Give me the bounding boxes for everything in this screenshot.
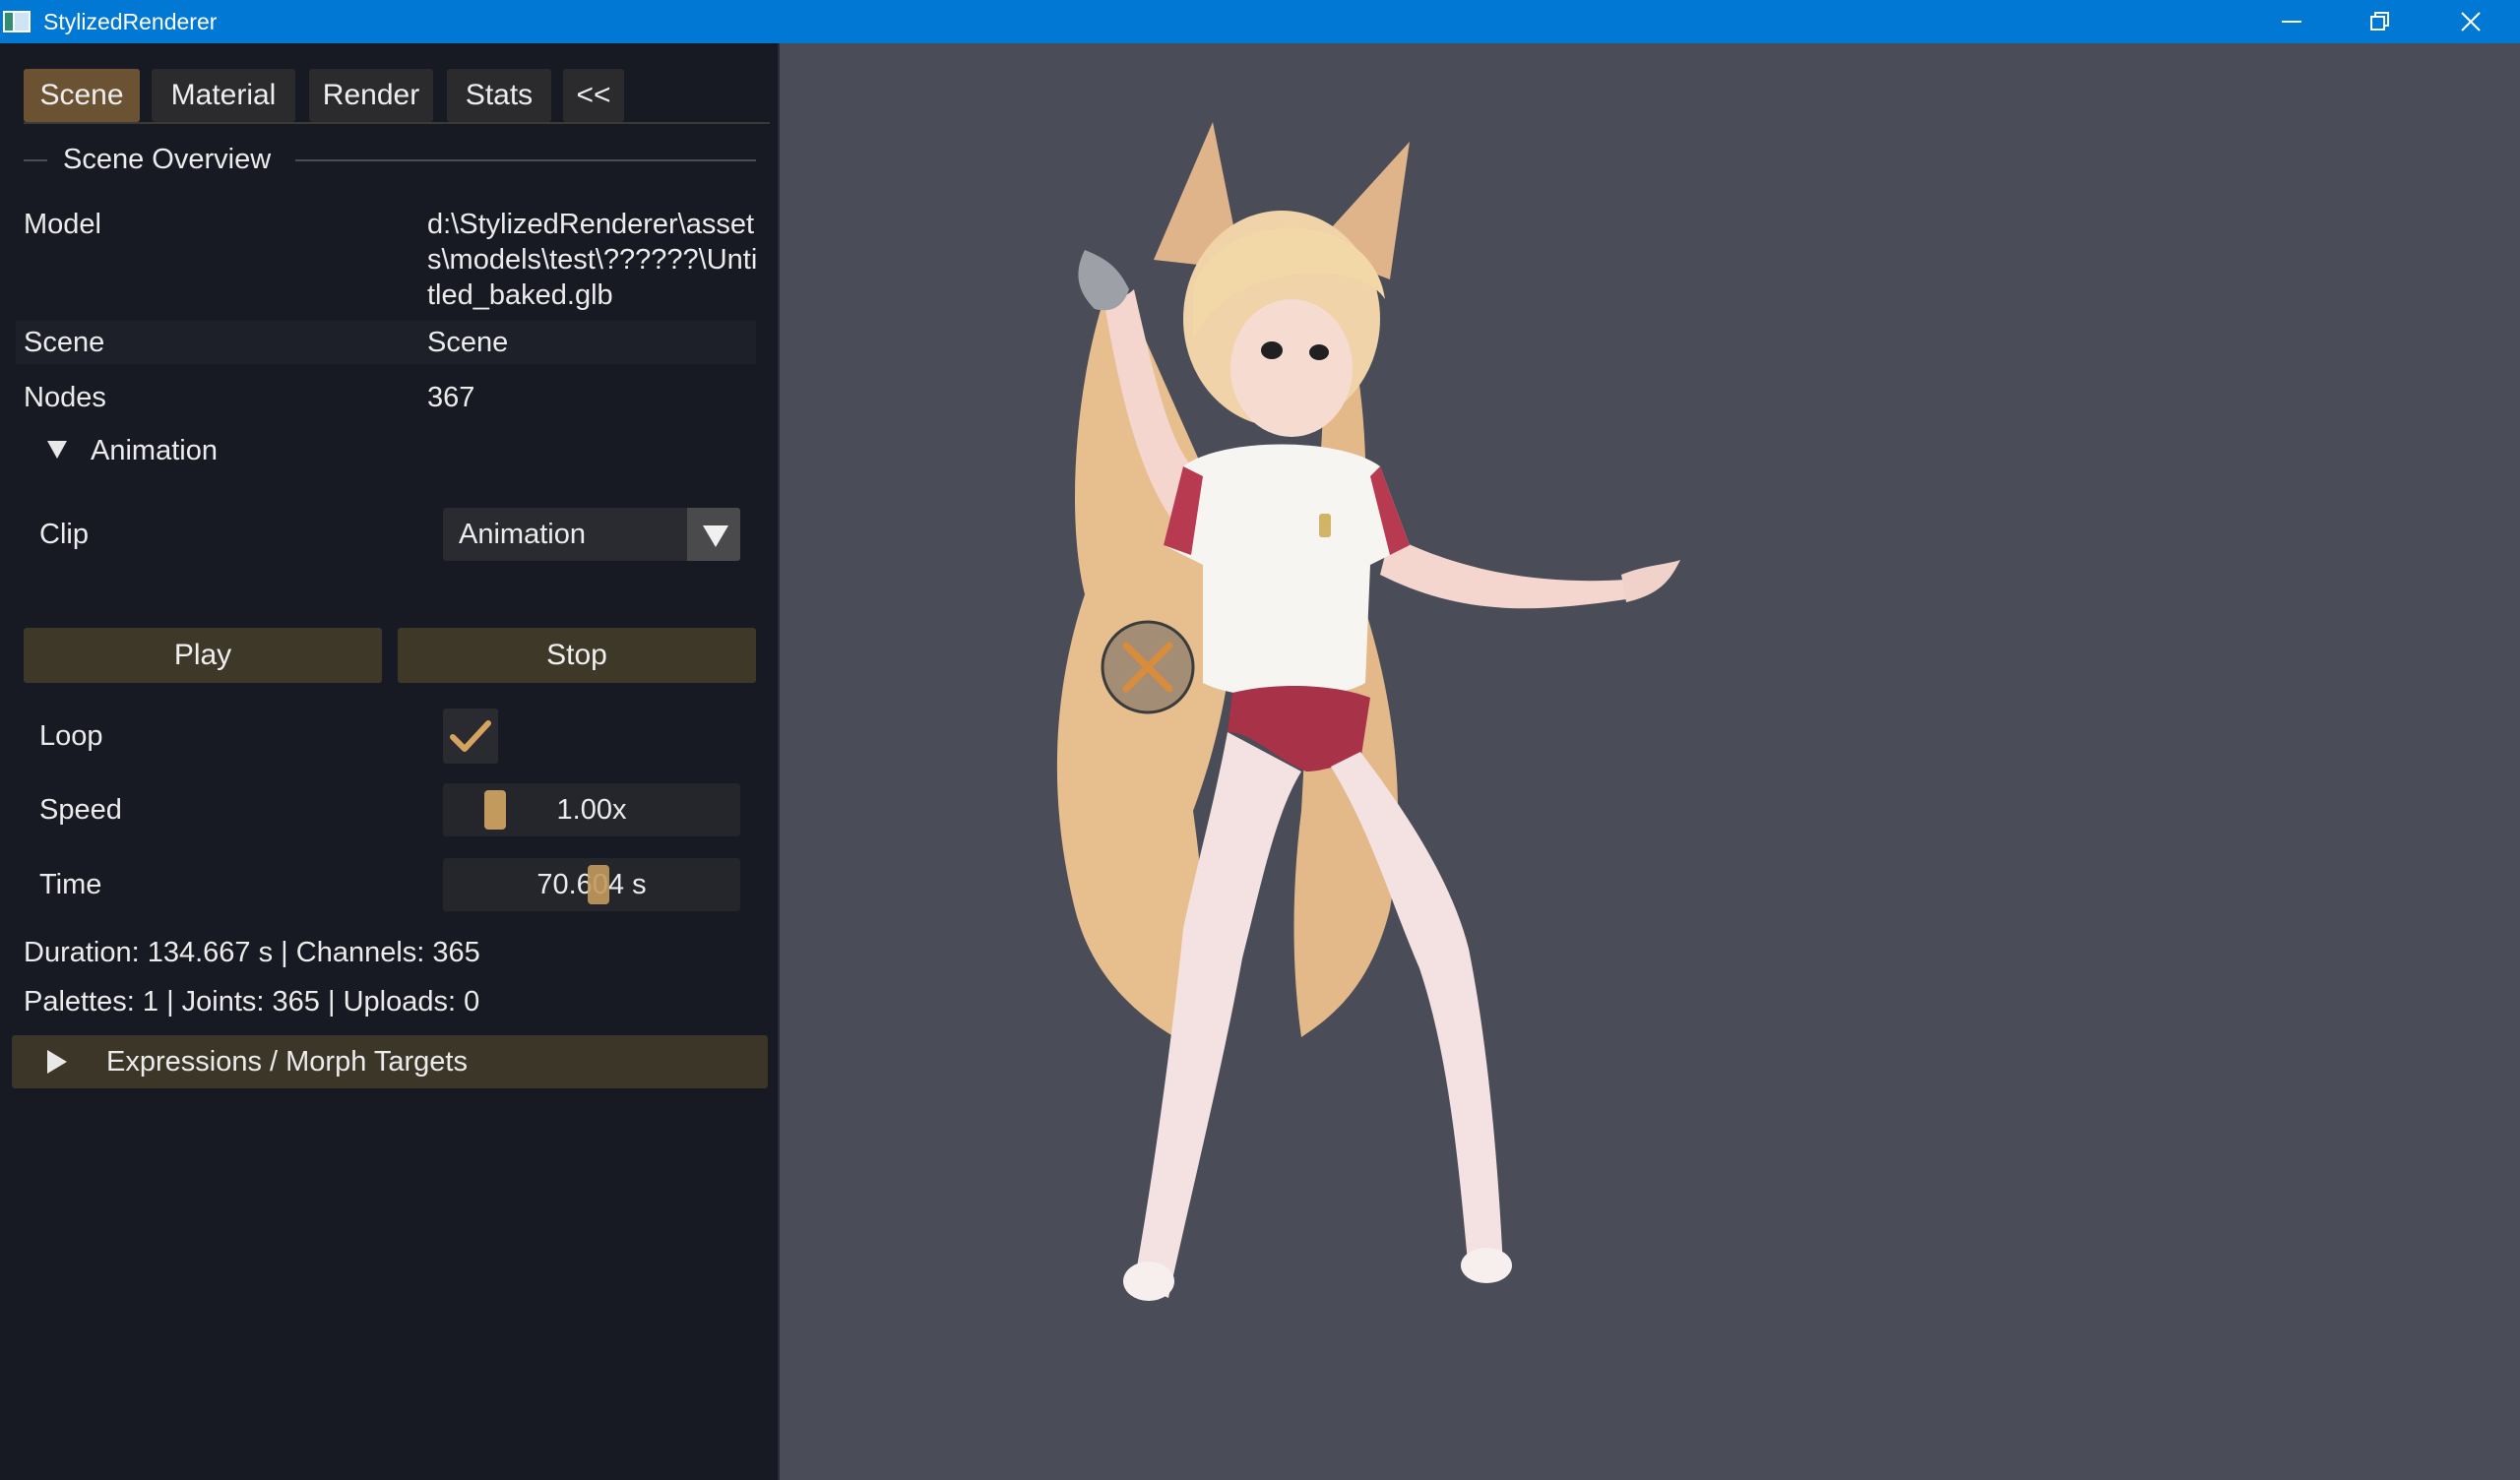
table-row — [16, 321, 756, 364]
tab-underline — [24, 122, 770, 124]
close-icon — [2461, 12, 2481, 31]
inspector-panel: Scene Material Render Stats << Scene Ove… — [0, 43, 780, 1480]
restore-icon — [2370, 12, 2389, 31]
window-title: StylizedRenderer — [43, 9, 218, 34]
caret-down-icon — [703, 525, 728, 547]
tab-scene[interactable]: Scene — [24, 69, 140, 122]
caret-right-icon — [47, 1050, 67, 1074]
character-model-render — [1056, 122, 1680, 1301]
tab-material[interactable]: Material — [152, 69, 295, 122]
separator-line — [295, 159, 756, 161]
checkmark-icon — [450, 720, 491, 752]
caret-down-icon — [47, 441, 67, 459]
animation-header-label: Animation — [91, 435, 218, 466]
time-label: Time — [39, 869, 102, 900]
clip-label: Clip — [39, 519, 89, 550]
animation-tree-node[interactable]: Animation — [39, 429, 433, 472]
light-gizmo-icon[interactable] — [1099, 618, 1197, 716]
model-label: Model — [24, 209, 101, 240]
loop-checkbox[interactable] — [443, 709, 498, 764]
scene-value: Scene — [427, 327, 509, 358]
collapse-panel-tab[interactable]: << — [563, 69, 624, 122]
time-slider[interactable]: 70.604 s — [443, 858, 740, 911]
restore-button[interactable] — [2335, 0, 2426, 43]
expressions-collapsing-header[interactable]: Expressions / Morph Targets — [12, 1035, 768, 1088]
tab-render[interactable]: Render — [309, 69, 433, 122]
clip-selected-value: Animation — [459, 519, 586, 550]
expressions-header-label: Expressions / Morph Targets — [106, 1046, 468, 1078]
model-path-value: d:\StylizedRenderer\assets\models\test\?… — [427, 209, 758, 311]
minimize-button[interactable] — [2246, 0, 2337, 43]
scene-label: Scene — [24, 327, 105, 358]
title-bar: StylizedRenderer — [0, 0, 2520, 43]
play-button[interactable]: Play — [24, 628, 382, 683]
animation-info-line: Palettes: 1 | Joints: 365 | Uploads: 0 — [24, 986, 480, 1018]
close-button[interactable] — [2426, 0, 2516, 43]
loop-label: Loop — [39, 720, 103, 752]
app-window-icon — [3, 11, 31, 32]
tab-stats[interactable]: Stats — [447, 69, 551, 122]
stop-button[interactable]: Stop — [398, 628, 756, 683]
slider-grab-handle[interactable] — [588, 865, 609, 904]
minimize-icon — [2282, 21, 2301, 23]
3d-viewport[interactable] — [780, 43, 2520, 1480]
clip-combo[interactable]: Animation — [443, 508, 740, 561]
speed-value: 1.00x — [556, 794, 627, 826]
animation-info-line: Duration: 134.667 s | Channels: 365 — [24, 937, 480, 968]
nodes-label: Nodes — [24, 382, 106, 413]
nodes-value: 367 — [427, 382, 475, 413]
section-title-scene-overview: Scene Overview — [63, 144, 272, 175]
speed-label: Speed — [39, 794, 122, 826]
separator-line — [24, 159, 47, 161]
combo-arrow-button[interactable] — [687, 508, 740, 561]
speed-slider[interactable]: 1.00x — [443, 783, 740, 836]
